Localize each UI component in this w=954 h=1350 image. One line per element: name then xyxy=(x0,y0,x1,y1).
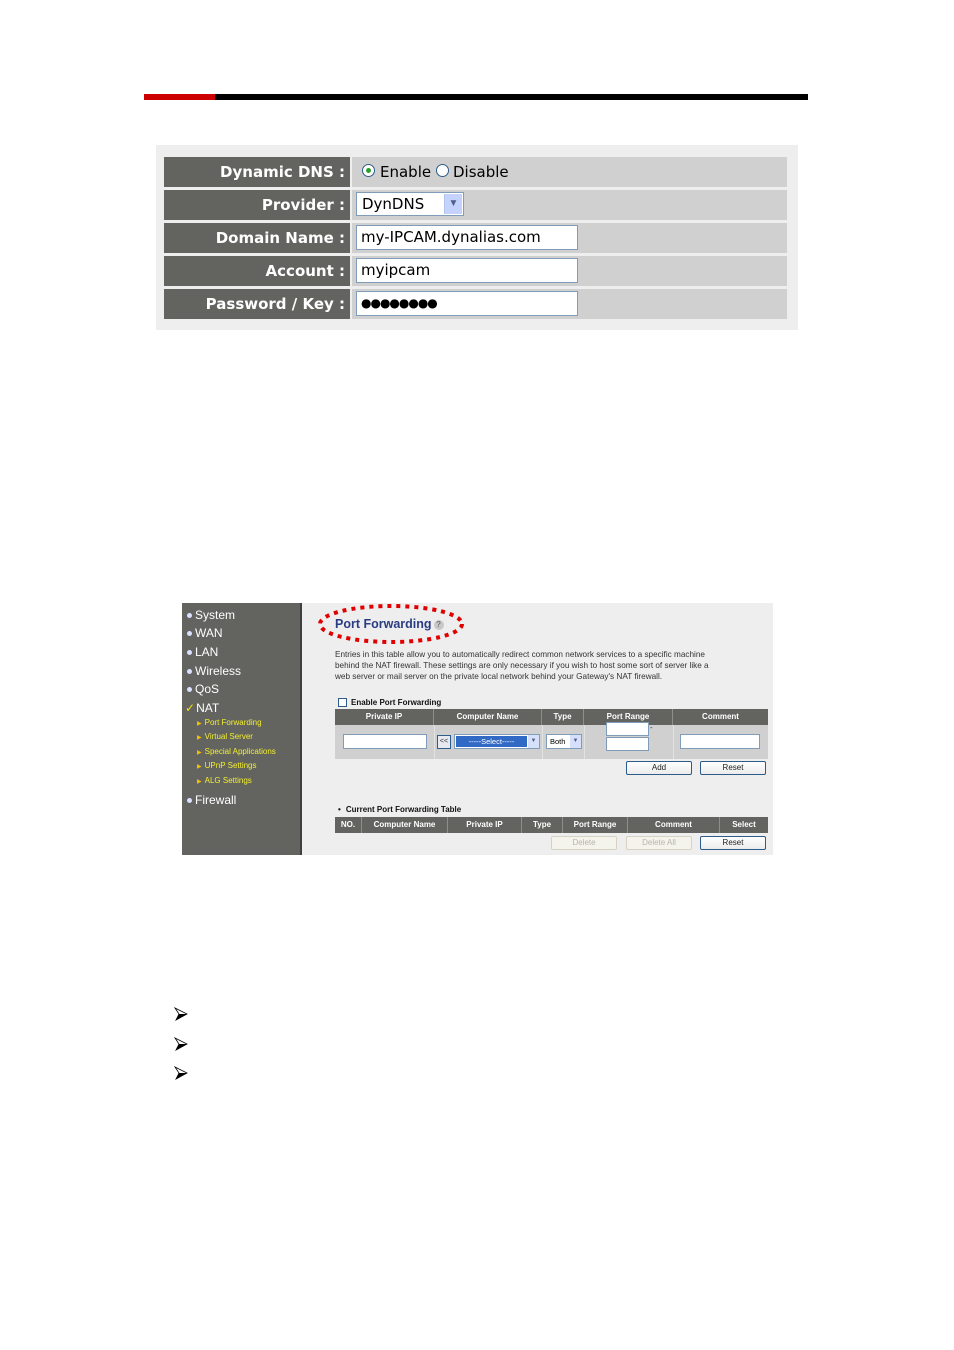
triangle-right-icon: ▶ xyxy=(197,764,202,770)
disable-radio-label[interactable]: Disable xyxy=(453,157,509,187)
dot-icon xyxy=(187,687,192,693)
content-area: Port Forwarding? Entries in this table a… xyxy=(302,603,773,855)
copy-computer-button[interactable]: << xyxy=(437,735,451,749)
enable-radio-label[interactable]: Enable xyxy=(380,157,431,187)
password-row: Password / Key : ●●●●●●●● xyxy=(164,289,787,319)
header-comment: Comment xyxy=(628,817,720,833)
password-input[interactable]: ●●●●●●●● xyxy=(356,291,578,316)
check-icon: ✓ xyxy=(185,701,196,715)
header-port-range: Port Range xyxy=(563,817,628,833)
dot-icon xyxy=(187,798,192,804)
provider-select[interactable]: DynDNS ▼ xyxy=(356,192,464,216)
dynamic-dns-label: Dynamic DNS : xyxy=(164,157,350,187)
provider-row: Provider : DynDNS ▼ xyxy=(164,190,787,220)
header-type: Type xyxy=(522,817,563,833)
entry-table-row: << -----Select----- ▼ Both ▼ - xyxy=(335,722,768,759)
page-description: Entries in this table allow you to autom… xyxy=(335,650,709,682)
sidebar-item-lan[interactable]: LAN xyxy=(187,645,218,659)
sidebar: System WAN LAN Wireless QoS ✓NAT ▶ Port F… xyxy=(182,603,302,855)
sidebar-subitem-special-applications[interactable]: ▶ Special Applications xyxy=(197,747,276,758)
arrowhead-icon xyxy=(173,1006,188,1021)
sidebar-subitem-alg-settings[interactable]: ▶ ALG Settings xyxy=(197,776,252,787)
chevron-down-icon[interactable]: ▼ xyxy=(528,735,539,748)
provider-select-value: DynDNS xyxy=(362,195,425,213)
domain-name-label: Domain Name : xyxy=(164,223,350,253)
provider-label: Provider : xyxy=(164,190,350,220)
triangle-right-icon: ▶ xyxy=(197,735,202,741)
enable-port-forwarding[interactable]: Enable Port Forwarding xyxy=(338,698,441,708)
account-input[interactable]: myipcam xyxy=(356,258,578,283)
password-label: Password / Key : xyxy=(164,289,350,319)
header-private-ip: Private IP xyxy=(335,709,434,725)
sidebar-item-nat[interactable]: ✓NAT xyxy=(185,701,219,715)
sidebar-item-firewall[interactable]: Firewall xyxy=(187,793,236,807)
header-select: Select xyxy=(732,820,756,829)
sidebar-item-qos[interactable]: QoS xyxy=(187,682,219,696)
page-title: Port Forwarding? xyxy=(335,617,444,631)
bullet-icon: • xyxy=(338,805,341,814)
chevron-down-icon[interactable]: ▼ xyxy=(570,735,581,748)
header-rule xyxy=(144,94,808,100)
sidebar-subitem-upnp-settings[interactable]: ▶ UPnP Settings xyxy=(197,761,257,772)
dynamic-dns-panel: Dynamic DNS : Enable Disable Provider : … xyxy=(156,145,798,330)
header-accent xyxy=(144,94,215,100)
enable-port-forwarding-checkbox[interactable] xyxy=(338,698,347,708)
dot-icon xyxy=(187,669,192,675)
comment-input[interactable] xyxy=(680,734,760,749)
account-row: Account : myipcam xyxy=(164,256,787,286)
header-type: Type xyxy=(542,709,584,725)
help-icon[interactable]: ? xyxy=(433,619,444,630)
header-private-ip: Private IP xyxy=(448,817,522,833)
triangle-right-icon: ▶ xyxy=(197,750,202,756)
header-comment: Comment xyxy=(702,712,739,721)
header-computer-name: Computer Name xyxy=(362,817,448,833)
arrowhead-icon xyxy=(173,1065,188,1080)
domain-name-row: Domain Name : my-IPCAM.dynalias.com xyxy=(164,223,787,253)
dot-icon xyxy=(187,631,192,637)
disable-radio[interactable] xyxy=(436,164,449,177)
delete-all-button[interactable]: Delete All xyxy=(626,836,692,850)
port-range-end-input[interactable] xyxy=(606,737,649,751)
sidebar-item-wireless[interactable]: Wireless xyxy=(187,664,241,678)
header-computer-name: Computer Name xyxy=(434,709,542,725)
domain-name-input[interactable]: my-IPCAM.dynalias.com xyxy=(356,225,578,250)
sidebar-item-system[interactable]: System xyxy=(187,608,235,622)
reset-table-button[interactable]: Reset xyxy=(700,836,766,850)
delete-button[interactable]: Delete xyxy=(551,836,617,850)
current-table-title: • Current Port Forwarding Table xyxy=(338,805,462,814)
reset-entry-button[interactable]: Reset xyxy=(700,761,766,775)
dot-icon xyxy=(187,650,192,656)
sidebar-subitem-port-forwarding[interactable]: ▶ Port Forwarding xyxy=(197,718,262,729)
chevron-down-icon[interactable]: ▼ xyxy=(444,194,462,214)
add-button[interactable]: Add xyxy=(626,761,692,775)
current-table-header: NO. Computer Name Private IP Type Port R… xyxy=(335,817,768,833)
triangle-right-icon: ▶ xyxy=(197,721,202,727)
sidebar-item-wan[interactable]: WAN xyxy=(187,626,223,640)
entry-table-header: Private IP Computer Name Type Port Range… xyxy=(335,709,768,725)
private-ip-input[interactable] xyxy=(343,734,427,749)
triangle-right-icon: ▶ xyxy=(197,779,202,785)
sidebar-subitem-virtual-server[interactable]: ▶ Virtual Server xyxy=(197,732,253,743)
enable-radio[interactable] xyxy=(362,164,375,177)
account-label: Account : xyxy=(164,256,350,286)
port-range-start-input[interactable] xyxy=(606,722,649,736)
type-select[interactable]: Both ▼ xyxy=(546,734,582,749)
arrowhead-icon xyxy=(173,1036,188,1051)
header-no: NO. xyxy=(335,817,362,833)
dynamic-dns-row: Dynamic DNS : Enable Disable xyxy=(164,157,787,187)
port-range-separator: - xyxy=(650,723,653,732)
dot-icon xyxy=(187,613,192,619)
computer-name-select[interactable]: -----Select----- ▼ xyxy=(454,734,540,749)
port-forwarding-screenshot: System WAN LAN Wireless QoS ✓NAT ▶ Port F… xyxy=(182,603,773,855)
